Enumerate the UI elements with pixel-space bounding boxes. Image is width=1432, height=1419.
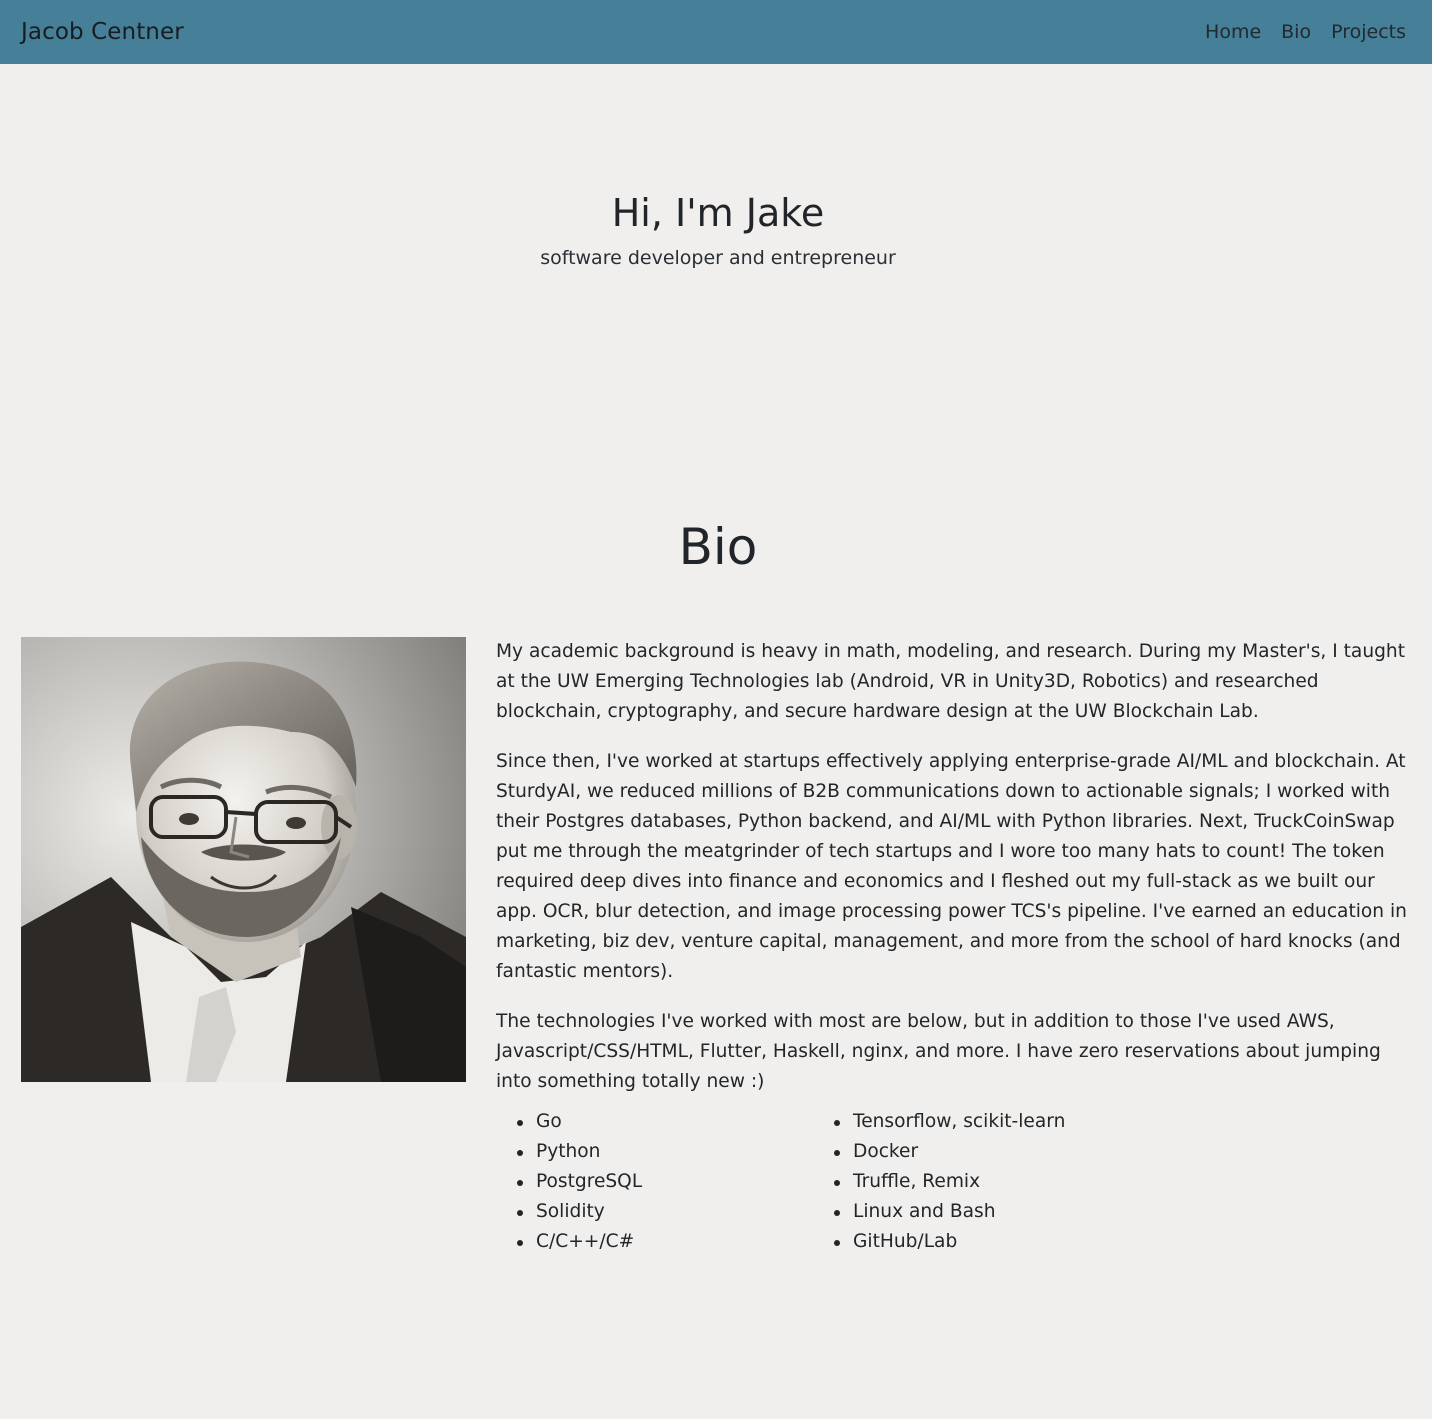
- bio-text: My academic background is heavy in math,…: [496, 637, 1414, 1117]
- list-item: Python: [496, 1137, 813, 1167]
- list-item: Solidity: [496, 1197, 813, 1227]
- hero-section: Hi, I'm Jake software developer and entr…: [0, 186, 1432, 270]
- nav-bio-link[interactable]: Bio: [1281, 21, 1311, 43]
- tech-list-1: Go Python PostgreSQL Solidity C/C++/C#: [496, 1107, 813, 1257]
- list-item: C/C++/C#: [496, 1227, 813, 1257]
- tech-list-2: Tensorflow, scikit-learn Docker Truffle,…: [813, 1107, 1065, 1257]
- bio-paragraph-2: Since then, I've worked at startups effe…: [496, 751, 1407, 982]
- nav-home-link[interactable]: Home: [1205, 21, 1261, 43]
- list-item: GitHub/Lab: [813, 1227, 1065, 1257]
- hero-subtitle: software developer and entrepreneur: [540, 247, 896, 269]
- brand-link[interactable]: Jacob Centner: [21, 19, 184, 45]
- tech-lists: Go Python PostgreSQL Solidity C/C++/C# T…: [496, 1107, 1065, 1257]
- nav-projects-link[interactable]: Projects: [1331, 21, 1406, 43]
- list-item: Truffle, Remix: [813, 1167, 1065, 1197]
- list-item: Tensorflow, scikit-learn: [813, 1107, 1065, 1137]
- nav-links: Home Bio Projects: [1205, 21, 1406, 43]
- bio-heading: Bio: [678, 518, 758, 576]
- top-navbar: Jacob Centner Home Bio Projects: [0, 0, 1432, 64]
- bio-paragraph-3: The technologies I've worked with most a…: [496, 1011, 1381, 1092]
- list-item: Go: [496, 1107, 813, 1137]
- list-item: PostgreSQL: [496, 1167, 813, 1197]
- portrait-photo: [21, 637, 466, 1082]
- list-item: Docker: [813, 1137, 1065, 1167]
- list-item: Linux and Bash: [813, 1197, 1065, 1227]
- hero-title: Hi, I'm Jake: [611, 191, 825, 235]
- bio-paragraph-1: My academic background is heavy in math,…: [496, 641, 1405, 722]
